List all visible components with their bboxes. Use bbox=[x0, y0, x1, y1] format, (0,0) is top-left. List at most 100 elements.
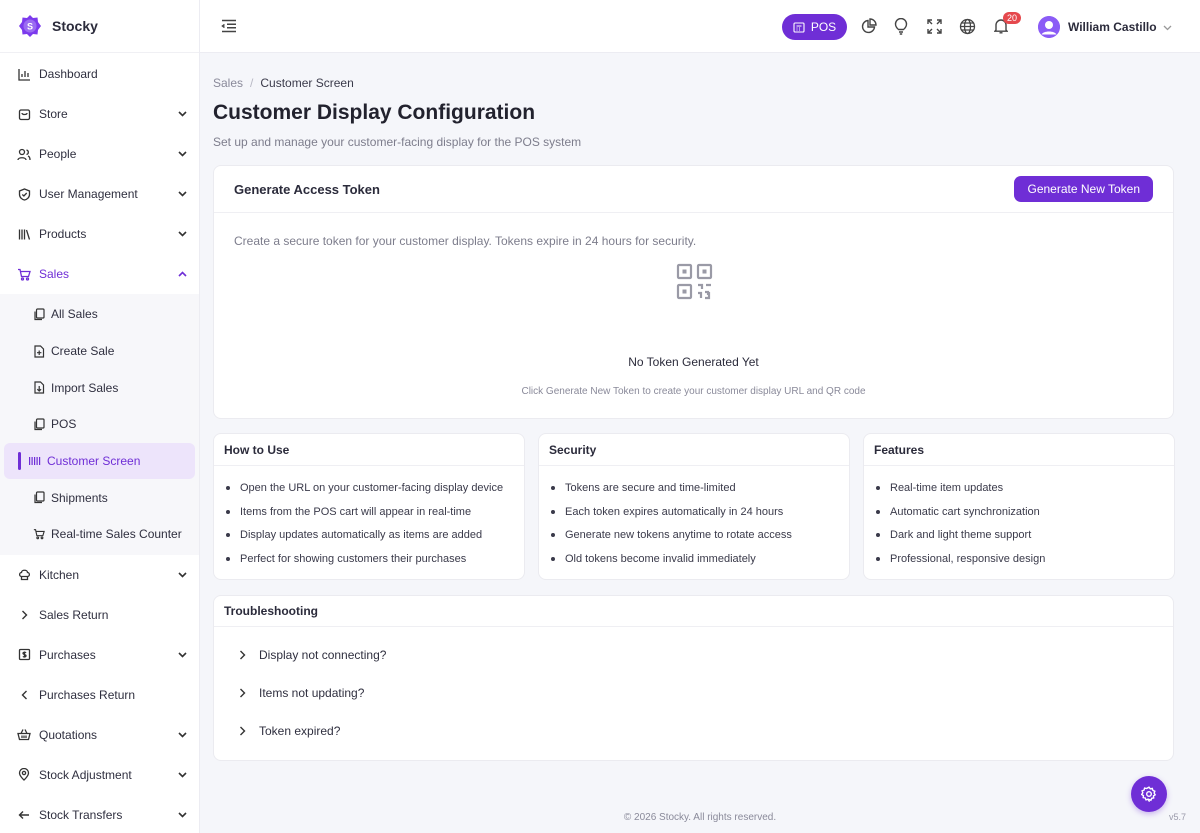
menu-toggle-icon[interactable] bbox=[220, 17, 238, 35]
features-list: Real-time item updates Automatic cart sy… bbox=[864, 466, 1174, 571]
how-to-use-list: Open the URL on your customer-facing dis… bbox=[214, 466, 524, 571]
sidebar-item-store[interactable]: Store bbox=[0, 94, 199, 134]
chevron-down-icon bbox=[177, 730, 187, 740]
copy-icon bbox=[33, 308, 45, 321]
brand[interactable]: S Stocky bbox=[0, 0, 199, 53]
sidebar-item-purchases-return[interactable]: Purchases Return bbox=[0, 675, 199, 715]
footer-copyright: © 2026 Stocky. All rights reserved. bbox=[623, 812, 777, 823]
generate-token-button[interactable]: Generate New Token bbox=[1014, 176, 1153, 202]
sidebar-item-sales[interactable]: Sales bbox=[0, 254, 199, 294]
pie-chart-icon[interactable] bbox=[859, 17, 877, 35]
sidebar-item-stock-adjustment[interactable]: Stock Adjustment bbox=[0, 755, 199, 795]
sidebar-item-dashboard[interactable]: Dashboard bbox=[0, 54, 199, 94]
file-plus-icon bbox=[33, 344, 45, 358]
list-item: Dark and light theme support bbox=[876, 523, 1174, 547]
basket-icon bbox=[17, 728, 31, 742]
fullscreen-icon[interactable] bbox=[925, 17, 943, 35]
submenu-item-import-sales[interactable]: Import Sales bbox=[0, 369, 199, 406]
sidebar-item-label: Stock Transfers bbox=[39, 807, 123, 822]
list-item: Each token expires automatically in 24 h… bbox=[551, 500, 849, 524]
qr-code-icon bbox=[676, 263, 713, 300]
submenu-item-label: All Sales bbox=[51, 307, 98, 322]
user-menu[interactable]: William Castillo bbox=[1038, 14, 1172, 40]
sidebar-item-user-management[interactable]: User Management bbox=[0, 174, 199, 214]
sidebar-item-stock-transfers[interactable]: Stock Transfers bbox=[0, 795, 199, 833]
submenu-item-shipments[interactable]: Shipments bbox=[0, 479, 199, 516]
breadcrumb-parent[interactable]: Sales bbox=[213, 76, 243, 90]
submenu-item-customer-screen[interactable]: Customer Screen bbox=[4, 442, 195, 480]
sidebar-item-label: Kitchen bbox=[39, 567, 80, 582]
accordion-item-label: Items not updating? bbox=[259, 686, 365, 700]
barcode-icon bbox=[29, 455, 41, 468]
list-item: Display updates automatically as items a… bbox=[226, 523, 524, 547]
chevron-down-icon bbox=[177, 189, 187, 199]
sidebar-item-people[interactable]: People bbox=[0, 134, 199, 174]
sales-submenu: All Sales Create Sale Import Sales POS C… bbox=[0, 294, 199, 555]
token-description: Create a secure token for your customer … bbox=[234, 234, 697, 248]
token-card: Generate Access Token Generate New Token… bbox=[213, 165, 1174, 419]
submenu-item-all-sales[interactable]: All Sales bbox=[0, 296, 199, 333]
submenu-item-label: Import Sales bbox=[51, 380, 119, 395]
sidebar-item-sales-return[interactable]: Sales Return bbox=[0, 595, 199, 635]
chef-hat-icon bbox=[17, 568, 31, 582]
sidebar-item-kitchen[interactable]: Kitchen bbox=[0, 555, 199, 595]
sidebar-item-label: User Management bbox=[39, 187, 138, 201]
pos-register-icon bbox=[793, 21, 805, 33]
sidebar-item-products[interactable]: Products bbox=[0, 214, 199, 254]
accordion-item-label: Token expired? bbox=[259, 724, 341, 738]
gear-icon bbox=[1141, 786, 1157, 802]
list-item: Items from the POS cart will appear in r… bbox=[226, 500, 524, 524]
list-item: Old tokens become invalid immediately bbox=[551, 547, 849, 571]
avatar bbox=[1038, 16, 1060, 38]
shield-check-icon bbox=[17, 187, 31, 201]
version-label: v5.7 bbox=[1168, 812, 1186, 822]
security-list: Tokens are secure and time-limited Each … bbox=[539, 466, 849, 571]
chevron-down-icon bbox=[177, 570, 187, 580]
submenu-item-realtime-sales-counter[interactable]: Real-time Sales Counter bbox=[0, 516, 199, 553]
submenu-item-pos[interactable]: POS bbox=[0, 406, 199, 443]
token-card-title: Generate Access Token bbox=[234, 181, 380, 197]
settings-fab[interactable] bbox=[1131, 776, 1167, 812]
submenu-item-create-sale[interactable]: Create Sale bbox=[0, 333, 199, 370]
globe-icon[interactable] bbox=[958, 17, 976, 35]
chevron-right-icon bbox=[239, 650, 247, 660]
submenu-item-label: Shipments bbox=[51, 490, 108, 505]
sidebar-item-label: Purchases Return bbox=[39, 687, 136, 702]
chevron-left-icon bbox=[17, 688, 31, 702]
breadcrumb-current: Customer Screen bbox=[260, 76, 354, 90]
accordion-item-label: Display not connecting? bbox=[259, 648, 387, 662]
pos-button[interactable]: POS bbox=[782, 14, 847, 40]
list-item: Automatic cart synchronization bbox=[876, 500, 1174, 524]
page-subtitle: Set up and manage your customer-facing d… bbox=[213, 135, 582, 149]
empty-state-title: No Token Generated Yet bbox=[628, 355, 759, 369]
sidebar-item-label: Products bbox=[39, 227, 87, 241]
lightbulb-icon[interactable] bbox=[892, 17, 910, 35]
troubleshooting-title: Troubleshooting bbox=[214, 596, 1173, 627]
notification-badge: 20 bbox=[1003, 12, 1022, 24]
people-icon bbox=[17, 147, 31, 161]
submenu-item-label: Customer Screen bbox=[47, 454, 141, 469]
chevron-right-icon bbox=[17, 608, 31, 622]
store-icon bbox=[17, 107, 31, 121]
page-title: Customer Display Configuration bbox=[213, 101, 536, 124]
chevron-down-icon bbox=[177, 149, 187, 159]
active-indicator bbox=[18, 452, 21, 471]
security-title: Security bbox=[539, 434, 849, 466]
list-item: Open the URL on your customer-facing dis… bbox=[226, 476, 524, 500]
chevron-down-icon bbox=[177, 229, 187, 239]
accordion-item-display-not-connecting[interactable]: Display not connecting? bbox=[214, 636, 1173, 674]
list-item: Real-time item updates bbox=[876, 476, 1174, 500]
chevron-right-icon bbox=[239, 688, 247, 698]
list-item: Perfect for showing customers their purc… bbox=[226, 547, 524, 571]
features-title: Features bbox=[864, 434, 1174, 466]
troubleshooting-list: Display not connecting? Items not updati… bbox=[214, 627, 1173, 750]
sidebar-item-quotations[interactable]: Quotations bbox=[0, 715, 199, 755]
how-to-use-card: How to Use Open the URL on your customer… bbox=[213, 433, 525, 580]
list-item: Generate new tokens anytime to rotate ac… bbox=[551, 523, 849, 547]
sidebar-item-label: Sales bbox=[39, 267, 70, 281]
accordion-item-token-expired[interactable]: Token expired? bbox=[214, 712, 1173, 750]
accordion-item-items-not-updating[interactable]: Items not updating? bbox=[214, 674, 1173, 712]
how-to-use-title: How to Use bbox=[214, 434, 524, 466]
sidebar-item-purchases[interactable]: Purchases bbox=[0, 635, 199, 675]
sidebar-item-label: Stock Adjustment bbox=[39, 767, 132, 782]
